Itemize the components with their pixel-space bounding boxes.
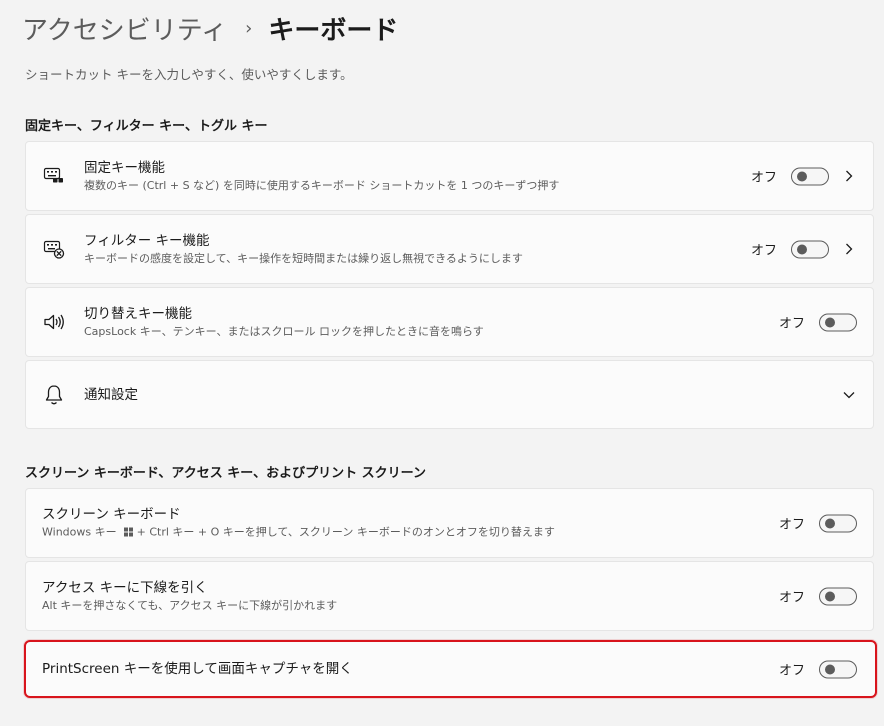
- onscreen-keyboard-desc-before: Windows キー: [42, 525, 117, 539]
- sticky-keys-desc: 複数のキー (Ctrl + S など) を同時に使用するキーボード ショートカッ…: [84, 179, 560, 192]
- underline-access-keys-toggle[interactable]: [819, 587, 857, 605]
- printscreen-state: オフ: [778, 663, 805, 679]
- breadcrumb-parent[interactable]: アクセシビリティ: [22, 10, 227, 47]
- toggle-keys-card: 切り替えキー機能 CapsLock キー、テンキー、またはスクロール ロックを押…: [25, 287, 874, 357]
- filter-keys-icon: [43, 238, 65, 260]
- filter-keys-toggle-group: オフ: [751, 240, 829, 259]
- notification-settings-title: 通知設定: [84, 386, 138, 403]
- chevron-right-icon[interactable]: [842, 242, 856, 256]
- notification-settings-text: 通知設定: [84, 386, 138, 404]
- toggle-keys-toggle-group: オフ: [779, 313, 857, 332]
- sticky-keys-toggle-group: オフ: [751, 167, 829, 186]
- toggle-keys-text: 切り替えキー機能 CapsLock キー、テンキー、またはスクロール ロックを押…: [84, 305, 484, 339]
- onscreen-keyboard-state: オフ: [778, 517, 805, 533]
- sticky-keys-card[interactable]: 固定キー機能 複数のキー (Ctrl + S など) を同時に使用するキーボード…: [25, 141, 874, 211]
- toggle-keys-title: 切り替えキー機能: [84, 306, 192, 322]
- underline-access-keys-toggle-group: オフ: [779, 587, 857, 606]
- speaker-icon: [43, 311, 65, 333]
- printscreen-text: PrintScreen キーを使用して画面キャプチャを開く: [42, 660, 353, 678]
- printscreen-title: PrintScreen キーを使用して画面キャプチャを開く: [42, 661, 353, 677]
- notification-settings-card[interactable]: 通知設定: [25, 360, 874, 429]
- sticky-keys-title: 固定キー機能: [84, 160, 165, 176]
- sticky-keys-state: オフ: [750, 170, 777, 186]
- chevron-right-icon[interactable]: [842, 169, 856, 183]
- breadcrumb: アクセシビリティ › キーボード: [22, 8, 398, 48]
- toggle-keys-desc: CapsLock キー、テンキー、またはスクロール ロックを押したときに音を鳴ら…: [84, 325, 484, 338]
- underline-access-keys-desc: Alt キーを押さなくても、アクセス キーに下線が引かれます: [42, 599, 338, 612]
- bell-icon: [43, 384, 65, 406]
- filter-keys-title: フィルター キー機能: [84, 233, 210, 249]
- underline-access-keys-card: アクセス キーに下線を引く Alt キーを押さなくても、アクセス キーに下線が引…: [25, 561, 874, 631]
- printscreen-toggle[interactable]: [819, 660, 857, 678]
- windows-logo-icon: [124, 526, 134, 541]
- underline-access-keys-text: アクセス キーに下線を引く Alt キーを押さなくても、アクセス キーに下線が引…: [42, 579, 337, 613]
- section-title-keys: 固定キー、フィルター キー、トグル キー: [25, 119, 268, 134]
- filter-keys-state: オフ: [750, 243, 777, 259]
- filter-keys-card[interactable]: フィルター キー機能 キーボードの感度を設定して、キー操作を短時間または繰り返し…: [25, 214, 874, 284]
- onscreen-keyboard-desc: Windows キー + Ctrl キー + O キーを押して、スクリーン キー…: [42, 525, 555, 541]
- chevron-down-icon[interactable]: [842, 388, 856, 402]
- sticky-keys-text: 固定キー機能 複数のキー (Ctrl + S など) を同時に使用するキーボード…: [84, 159, 559, 193]
- onscreen-keyboard-toggle-group: オフ: [779, 514, 857, 533]
- onscreen-keyboard-desc-after: + Ctrl キー + O キーを押して、スクリーン キーボードのオンとオフを切…: [133, 525, 555, 539]
- onscreen-keyboard-text: スクリーン キーボード Windows キー + Ctrl キー + O キーを…: [42, 506, 555, 541]
- printscreen-toggle-group: オフ: [779, 660, 857, 679]
- section-title-onscreen: スクリーン キーボード、アクセス キー、およびプリント スクリーン: [25, 466, 426, 481]
- onscreen-keyboard-title: スクリーン キーボード: [42, 506, 181, 523]
- page-subtitle: ショートカット キーを入力しやすく、使いやすくします。: [25, 67, 353, 82]
- page-title: キーボード: [268, 15, 399, 46]
- underline-access-keys-state: オフ: [778, 590, 805, 606]
- onscreen-keyboard-toggle[interactable]: [819, 514, 857, 532]
- toggle-keys-toggle[interactable]: [819, 313, 857, 331]
- onscreen-keyboard-card: スクリーン キーボード Windows キー + Ctrl キー + O キーを…: [25, 488, 874, 558]
- sticky-keys-icon: [43, 165, 65, 187]
- underline-access-keys-title: アクセス キーに下線を引く: [42, 580, 208, 596]
- filter-keys-desc: キーボードの感度を設定して、キー操作を短時間または繰り返し無視できるようにします: [84, 252, 523, 265]
- filter-keys-toggle[interactable]: [791, 240, 829, 258]
- toggle-keys-state: オフ: [778, 316, 805, 332]
- sticky-keys-toggle[interactable]: [791, 167, 829, 185]
- filter-keys-text: フィルター キー機能 キーボードの感度を設定して、キー操作を短時間または繰り返し…: [84, 232, 523, 266]
- printscreen-card: PrintScreen キーを使用して画面キャプチャを開く オフ: [24, 640, 877, 698]
- breadcrumb-separator: ›: [245, 17, 253, 39]
